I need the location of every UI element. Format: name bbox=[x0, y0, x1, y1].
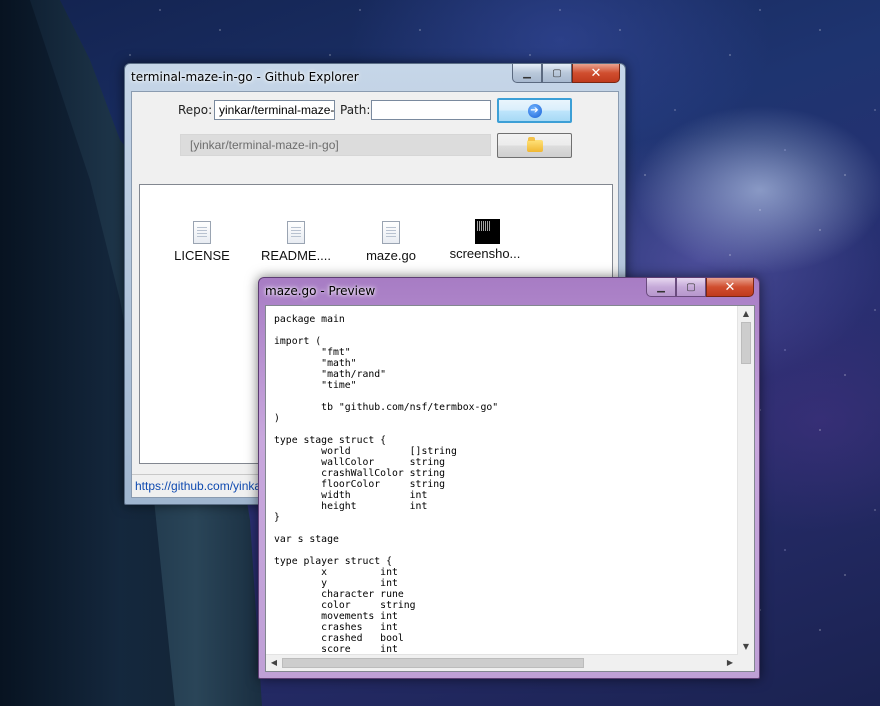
document-icon bbox=[193, 221, 211, 244]
file-icon-wrap bbox=[381, 221, 401, 245]
go-arrow-icon: ➔ bbox=[527, 103, 542, 118]
image-icon bbox=[475, 219, 500, 244]
vertical-scroll-thumb[interactable] bbox=[741, 322, 751, 364]
file-name: screensho... bbox=[449, 246, 521, 261]
file-icon-wrap bbox=[192, 221, 212, 245]
repo-input[interactable]: yinkar/terminal-maze-in-go bbox=[214, 100, 335, 120]
close-button[interactable]: ✕ bbox=[706, 278, 754, 297]
preview-titlebar[interactable]: maze.go - Preview ▁ ▢ ✕ bbox=[259, 278, 759, 304]
path-label: Path: bbox=[340, 103, 371, 117]
scroll-left-icon[interactable]: ◀ bbox=[266, 655, 282, 671]
file-item[interactable]: README.... bbox=[256, 219, 336, 263]
close-icon: ✕ bbox=[590, 65, 602, 81]
preview-caption-buttons: ▁ ▢ ✕ bbox=[646, 278, 754, 297]
folder-icon bbox=[526, 136, 543, 152]
vertical-scrollbar[interactable]: ▲ ▼ bbox=[737, 306, 754, 655]
maximize-button[interactable]: ▢ bbox=[542, 64, 572, 83]
file-name: LICENSE bbox=[174, 248, 230, 263]
file-item[interactable]: screensho... bbox=[445, 219, 525, 261]
preview-window: maze.go - Preview ▁ ▢ ✕ package main imp… bbox=[258, 277, 760, 679]
file-icon-wrap bbox=[286, 221, 306, 245]
close-button[interactable]: ✕ bbox=[572, 64, 620, 83]
file-item[interactable]: maze.go bbox=[351, 219, 431, 263]
explorer-title: terminal-maze-in-go - Github Explorer bbox=[131, 70, 359, 84]
open-folder-button[interactable] bbox=[497, 133, 572, 158]
scroll-down-icon[interactable]: ▼ bbox=[738, 639, 754, 655]
file-name: README.... bbox=[260, 248, 332, 263]
go-button[interactable]: ➔ bbox=[497, 98, 572, 123]
file-name: maze.go bbox=[366, 248, 416, 263]
explorer-caption-buttons: ▁ ▢ ✕ bbox=[512, 64, 620, 83]
document-icon bbox=[382, 221, 400, 244]
code-preview-textbox[interactable]: package main import ( "fmt" "math" "math… bbox=[265, 305, 755, 672]
scroll-right-icon[interactable]: ▶ bbox=[722, 655, 738, 671]
current-path-field: [yinkar/terminal-maze-in-go] bbox=[180, 134, 491, 156]
scroll-up-icon[interactable]: ▲ bbox=[738, 306, 754, 322]
maximize-icon: ▢ bbox=[686, 281, 696, 293]
path-input[interactable] bbox=[371, 100, 491, 120]
horizontal-scroll-thumb[interactable] bbox=[282, 658, 584, 668]
explorer-titlebar[interactable]: terminal-maze-in-go - Github Explorer ▁ … bbox=[125, 64, 625, 90]
minimize-icon: ▁ bbox=[523, 67, 531, 79]
close-icon: ✕ bbox=[724, 279, 736, 295]
repo-label: Repo: bbox=[178, 103, 213, 117]
horizontal-scrollbar[interactable]: ◀ ▶ bbox=[266, 654, 738, 671]
file-item[interactable]: LICENSE bbox=[162, 219, 242, 263]
document-icon bbox=[287, 221, 305, 244]
minimize-button[interactable]: ▁ bbox=[512, 64, 542, 83]
preview-title: maze.go - Preview bbox=[265, 284, 376, 298]
code-text[interactable]: package main import ( "fmt" "math" "math… bbox=[274, 314, 498, 655]
minimize-button[interactable]: ▁ bbox=[646, 278, 676, 297]
minimize-icon: ▁ bbox=[657, 281, 665, 293]
file-icon-wrap bbox=[475, 219, 500, 244]
maximize-icon: ▢ bbox=[552, 67, 562, 79]
scrollbar-corner bbox=[738, 655, 754, 671]
maximize-button[interactable]: ▢ bbox=[676, 278, 706, 297]
